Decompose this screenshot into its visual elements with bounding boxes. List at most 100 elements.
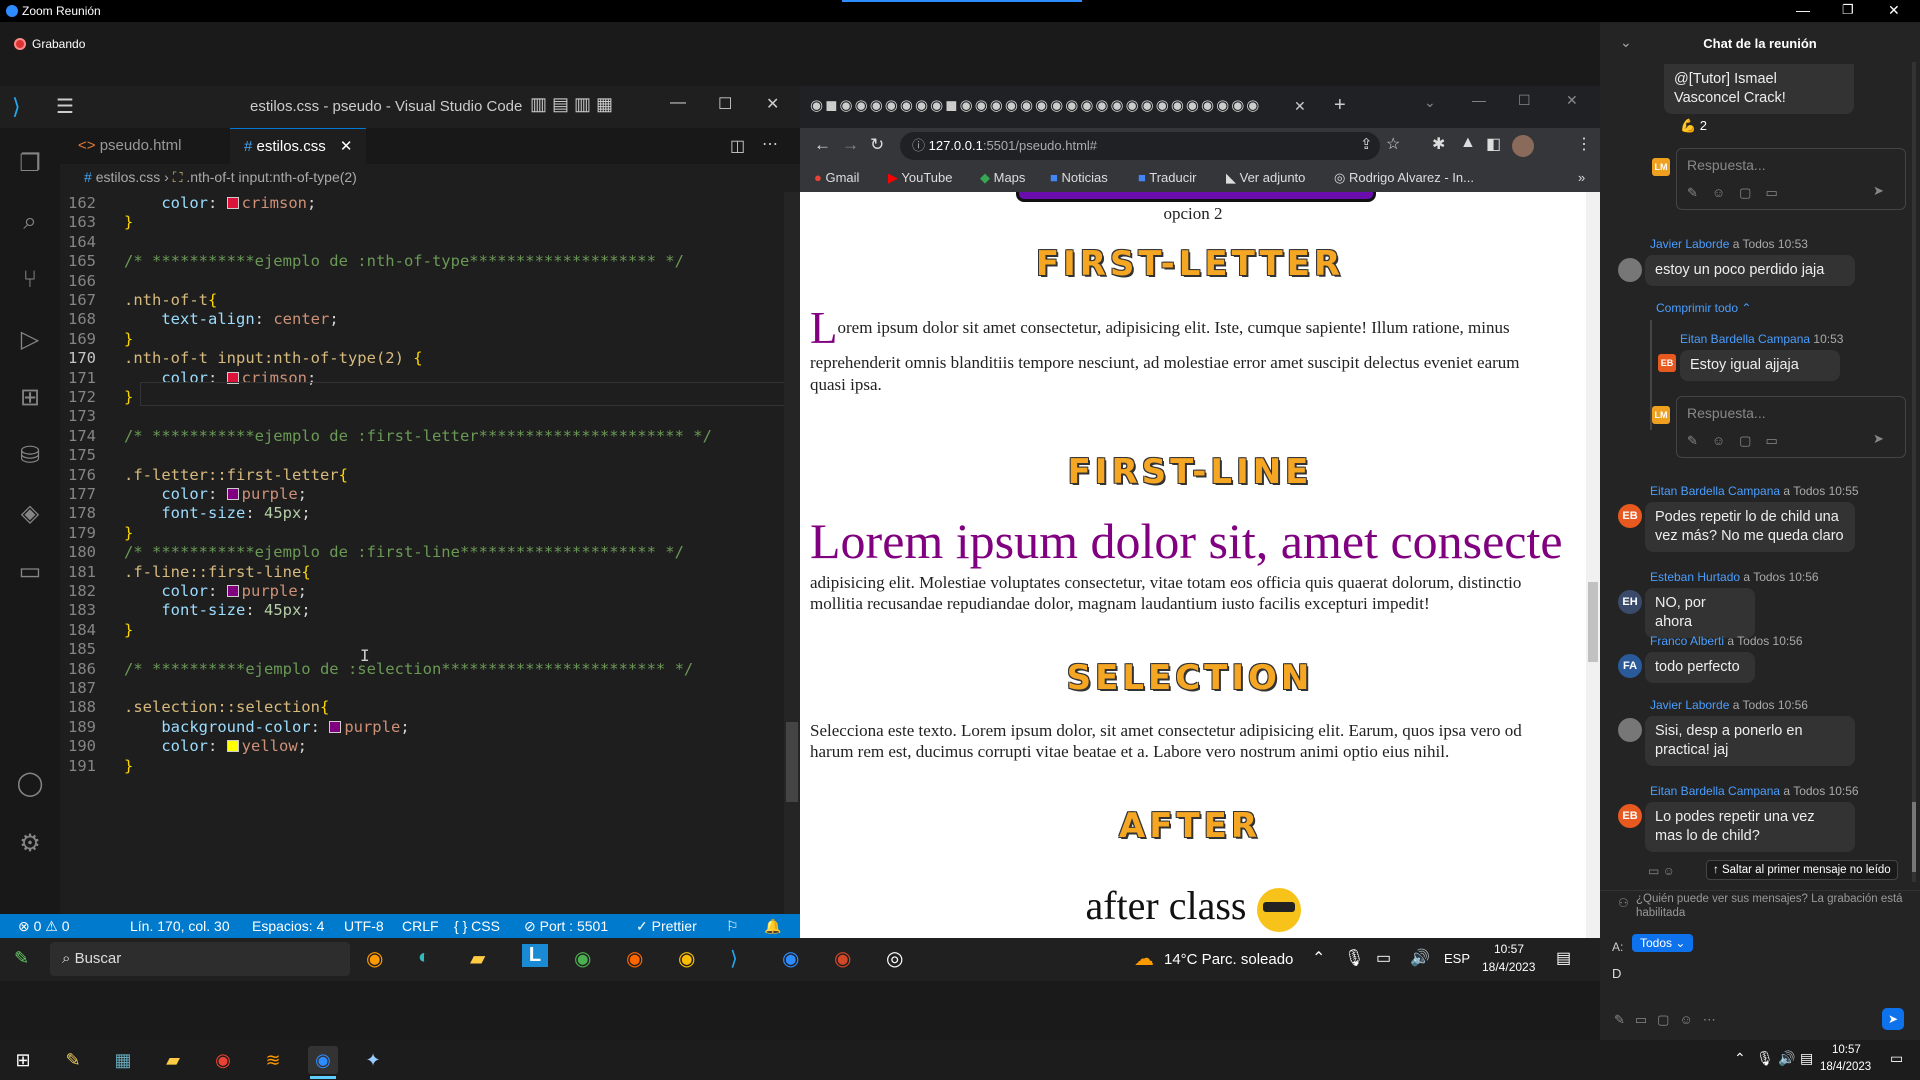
message-bubble[interactable]: Podes repetir lo de child una vez más? N…: [1645, 502, 1855, 552]
selection-line2[interactable]: harum rem est, ducimus corrupti vitae be…: [810, 741, 1586, 762]
more-icon[interactable]: ⋮: [1576, 134, 1592, 154]
volume-icon[interactable]: 🔊: [1778, 1050, 1795, 1067]
message-bubble[interactable]: Estoy igual ajjaja: [1680, 350, 1840, 381]
scrollbar-thumb[interactable]: [786, 722, 798, 802]
volume-icon[interactable]: 🔊: [1410, 948, 1430, 968]
share-icon[interactable]: ⇪: [1360, 135, 1373, 153]
recipient-dropdown[interactable]: Todos ⌄: [1632, 934, 1694, 952]
line-ending[interactable]: CRLF: [402, 914, 439, 938]
compose-tools-icon[interactable]: ✎▭▢☺⋯: [1614, 1012, 1726, 1028]
reaction-icons[interactable]: ▭ ☺: [1648, 864, 1675, 878]
scrollbar-thumb[interactable]: [1588, 582, 1598, 662]
maximize-icon[interactable]: ☐: [1518, 92, 1531, 109]
zoom-taskbar-icon[interactable]: ◉: [308, 1046, 338, 1074]
notes-icon[interactable]: ✎: [58, 1046, 88, 1074]
reply-input[interactable]: Respuesta...: [1687, 405, 1766, 421]
more-actions-icon[interactable]: ⋯: [762, 134, 778, 154]
site-info-icon[interactable]: ⓘ: [912, 138, 929, 153]
breadcrumb-file[interactable]: estilos.css: [96, 169, 161, 185]
color-swatch[interactable]: [329, 720, 342, 733]
reply-tools-icon[interactable]: ✎☺▢▭: [1687, 433, 1792, 449]
taskbar-search[interactable]: ⌕ Buscar: [50, 942, 350, 976]
color-swatch[interactable]: [226, 740, 239, 753]
notifications-icon[interactable]: 🔔: [764, 914, 781, 938]
close-icon[interactable]: ✕: [1566, 92, 1578, 109]
reply-box[interactable]: Respuesta... ✎☺▢▭ ➤: [1676, 396, 1906, 458]
extensions-icon[interactable]: ✱: [1432, 134, 1445, 154]
message-bubble[interactable]: Sisi, desp a ponerlo en practica! jaj: [1645, 716, 1855, 766]
message-input[interactable]: D: [1612, 966, 1621, 981]
mic-icon[interactable]: 🎙: [1756, 1050, 1774, 1067]
vscode-taskbar-icon[interactable]: ⟩: [730, 946, 738, 971]
collapse-thread-link[interactable]: Comprimir todo ⌃: [1656, 301, 1751, 315]
l-app-icon[interactable]: L: [522, 944, 548, 967]
more-bookmarks-icon[interactable]: »: [1578, 164, 1585, 192]
explorer-icon[interactable]: ❐: [14, 148, 46, 180]
split-editor-icon[interactable]: ◫: [730, 136, 745, 156]
prettier-status[interactable]: ✓ Prettier: [636, 914, 697, 938]
edge-icon[interactable]: ◐: [418, 946, 430, 969]
bookmark-traducir[interactable]: ■ Traducir: [1138, 164, 1196, 192]
calculator-icon[interactable]: ▦: [108, 1046, 138, 1074]
reply-box[interactable]: Respuesta... ✎☺▢▭ ➤: [1676, 148, 1906, 210]
notification-center-icon[interactable]: ▤: [1556, 948, 1571, 968]
breadcrumb-symbol[interactable]: .nth-of-t input:nth-of-type(2): [186, 169, 356, 185]
chrome-icon[interactable]: ◉: [208, 1046, 238, 1074]
network-icon[interactable]: ▤: [1800, 1050, 1813, 1067]
app-icon[interactable]: ◉: [366, 946, 383, 971]
app-icon[interactable]: ✦: [358, 1046, 388, 1074]
bookmark-star-icon[interactable]: ☆: [1386, 134, 1400, 154]
code-line[interactable]: 191}: [50, 755, 780, 779]
minimize-icon[interactable]: —: [1472, 92, 1486, 108]
jump-to-unread-button[interactable]: ↑ Saltar al primer mensaje no leído: [1706, 860, 1898, 880]
bookmark-gmail[interactable]: ● Gmail: [814, 164, 859, 192]
scrollbar-thumb[interactable]: [1912, 802, 1916, 872]
profile-avatar[interactable]: [1512, 135, 1534, 157]
forward-icon[interactable]: →: [842, 135, 859, 155]
sidebar-icon[interactable]: ◧: [1486, 134, 1501, 154]
recorder-icon[interactable]: ◎: [886, 946, 903, 971]
bookmark-maps[interactable]: ◆ Maps: [980, 164, 1025, 192]
close-icon[interactable]: ✕: [766, 94, 779, 114]
indentation[interactable]: Espacios: 4: [252, 914, 324, 938]
privacy-notice[interactable]: ¿Quién puede ver sus mensajes? La grabac…: [1636, 892, 1906, 920]
minimize-icon[interactable]: —: [670, 94, 686, 112]
clock-time[interactable]: 10:57: [1832, 1044, 1861, 1056]
new-tab-icon[interactable]: +: [1334, 94, 1346, 117]
file-explorer-icon[interactable]: ▰: [158, 1046, 188, 1074]
bookmark-ver-adjunto[interactable]: ◣ Ver adjunto: [1226, 164, 1305, 192]
layout-icon[interactable]: ▥ ▤ ▥ ▦: [530, 94, 613, 115]
reaction-muscle[interactable]: 💪 2: [1680, 118, 1707, 134]
windows-start-icon[interactable]: ⊞: [8, 1046, 38, 1074]
send-icon[interactable]: ➤: [1873, 183, 1884, 199]
extension-icon[interactable]: ▲: [1460, 134, 1476, 152]
tab-estilos-css[interactable]: # estilos.css ✕: [230, 128, 367, 164]
restore-icon[interactable]: ❐: [1842, 2, 1854, 18]
tab-pseudo-html[interactable]: <> pseudo.html: [64, 128, 195, 164]
color-swatch[interactable]: [226, 488, 239, 500]
chat-scrollbar[interactable]: [1912, 62, 1916, 882]
language-mode[interactable]: { } CSS: [454, 914, 500, 938]
bookmark-noticias[interactable]: ■ Noticias: [1050, 164, 1108, 192]
page-scrollbar[interactable]: [1586, 192, 1600, 942]
message-bubble[interactable]: estoy un poco perdido jaja: [1645, 255, 1855, 286]
minimize-icon[interactable]: —: [1796, 2, 1810, 18]
bookmark-youtube[interactable]: ▶ YouTube: [888, 164, 952, 192]
tray-chevron-icon[interactable]: ⌃: [1734, 1050, 1746, 1067]
message-bubble[interactable]: @[Tutor] Ismael Vasconcel Crack!: [1664, 64, 1854, 114]
color-swatch[interactable]: [226, 585, 239, 597]
language-indicator[interactable]: ESP: [1444, 951, 1470, 966]
file-explorer-icon[interactable]: ▰: [470, 946, 485, 971]
maximize-icon[interactable]: ☐: [718, 94, 732, 114]
chrome-icon[interactable]: ◉: [574, 946, 591, 971]
notification-icon[interactable]: ▭: [1890, 1050, 1903, 1067]
weather-label[interactable]: 14°C Parc. soleado: [1164, 951, 1293, 968]
message-bubble[interactable]: Lo podes repetir una vez mas lo de child…: [1645, 802, 1855, 852]
bookmark-rodrigo[interactable]: ◎ Rodrigo Alvarez - In...: [1334, 164, 1474, 192]
zoom-taskbar-icon[interactable]: ◉: [782, 946, 799, 971]
sublime-icon[interactable]: ≋: [258, 1046, 288, 1074]
back-icon[interactable]: ←: [814, 135, 831, 155]
send-icon[interactable]: ➤: [1873, 431, 1884, 447]
clock-date[interactable]: 18/4/2023: [1820, 1061, 1871, 1073]
code-editor[interactable]: 162 color: crimson; 163} 164 165/* ********…: [0, 192, 800, 914]
